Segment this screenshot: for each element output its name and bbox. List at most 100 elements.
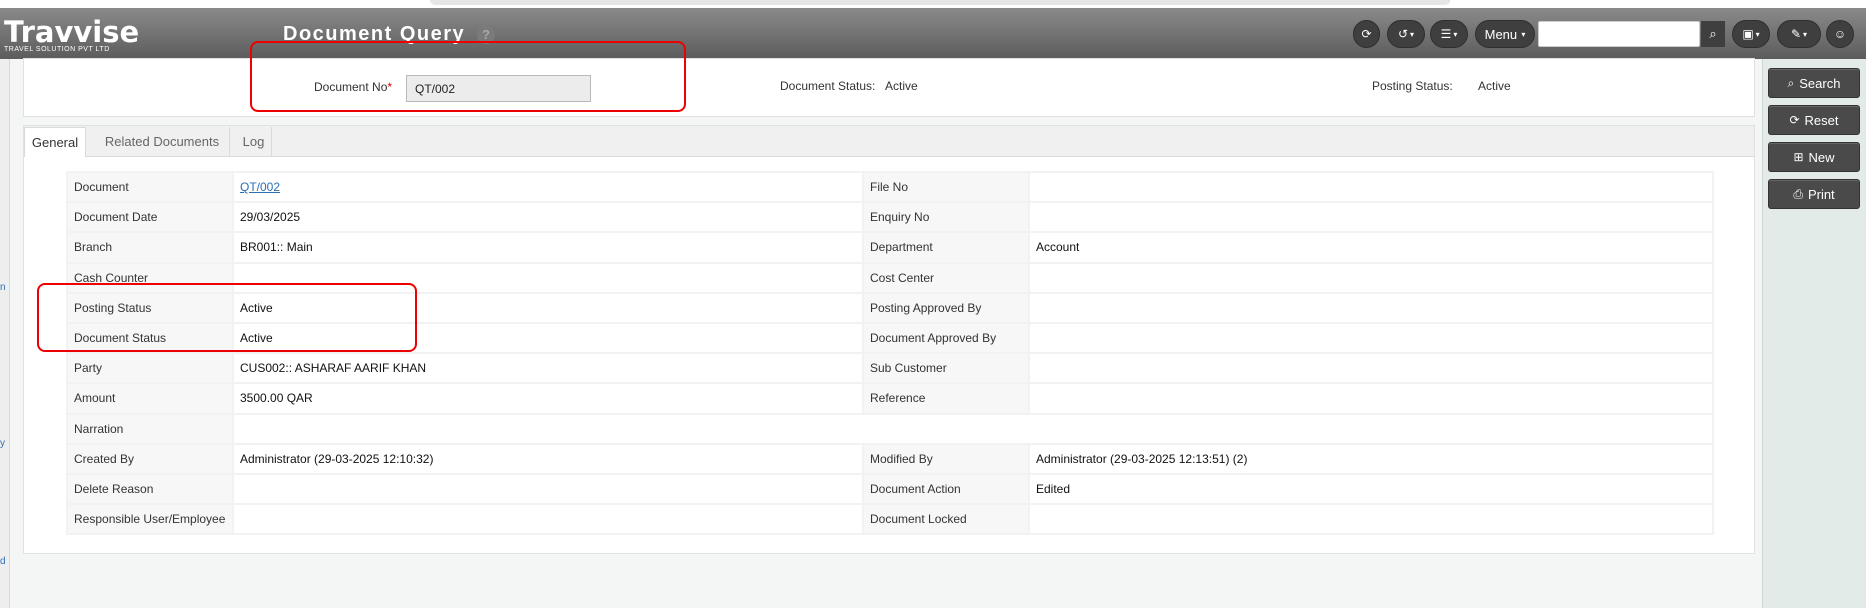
list-menu-button[interactable]: ☰ ▾	[1430, 20, 1468, 48]
theme-button[interactable]: ✎ ▾	[1777, 20, 1821, 48]
language-button[interactable]: ▣ ▾	[1732, 20, 1770, 48]
field-label: Cost Center	[862, 261, 1030, 294]
field-label: Responsible User/Employee	[66, 503, 234, 536]
field-label: Created By	[66, 442, 234, 475]
field-value	[1028, 503, 1714, 536]
document-link[interactable]: QT/002	[240, 180, 280, 194]
field-value	[1028, 382, 1714, 415]
field-label: Amount	[66, 382, 234, 415]
field-label: Modified By	[862, 442, 1030, 475]
field-value	[1028, 352, 1714, 385]
field-label: Document Action	[862, 472, 1030, 506]
search-button[interactable]: ⌕ Search	[1768, 68, 1860, 98]
user-icon: ☺	[1833, 27, 1847, 41]
field-value: CUS002:: ASHARAF AARIF KHAN	[232, 352, 864, 385]
field-label: Document Locked	[862, 503, 1030, 536]
table-row: Party CUS002:: ASHARAF AARIF KHAN Sub Cu…	[66, 352, 1714, 385]
tab-log[interactable]: Log	[236, 127, 272, 157]
field-value	[232, 503, 864, 536]
new-button[interactable]: ⊞ New	[1768, 142, 1860, 172]
field-label: Department	[862, 231, 1030, 264]
field-label: Party	[66, 352, 234, 385]
field-label: Enquiry No	[862, 201, 1030, 234]
annotation-box-status-rows	[37, 283, 417, 352]
global-search-input[interactable]	[1538, 21, 1700, 47]
field-label: File No	[862, 170, 1030, 204]
list-icon: ☰	[1440, 27, 1452, 41]
chevron-down-icon: ▾	[1453, 29, 1458, 39]
field-value: Administrator (29-03-2025 12:13:51) (2)	[1028, 442, 1714, 475]
field-value	[1028, 291, 1714, 324]
table-row: Responsible User/Employee Document Locke…	[66, 503, 1714, 536]
field-label: Posting Approved By	[862, 291, 1030, 324]
tab-general[interactable]: General	[24, 127, 86, 157]
tab-related-documents[interactable]: Related Documents	[95, 127, 230, 157]
field-label: Document Approved By	[862, 321, 1030, 355]
app-logo[interactable]: Travvise TRAVEL SOLUTION PVT LTD	[4, 15, 140, 54]
refresh-icon: ⟳	[1361, 27, 1372, 41]
document-status-label: Document Status:	[780, 79, 876, 93]
field-value	[1028, 201, 1714, 234]
field-value: 29/03/2025	[232, 201, 864, 234]
history-icon: ↺	[1397, 27, 1409, 41]
table-row: Amount 3500.00 QAR Reference	[66, 382, 1714, 415]
reset-button-label: Reset	[1804, 112, 1839, 128]
field-value	[1028, 170, 1714, 204]
field-value: Account	[1028, 231, 1714, 264]
language-icon: ▣	[1742, 27, 1754, 41]
table-row: Document Date 29/03/2025 Enquiry No	[66, 201, 1714, 234]
search-icon[interactable]: ⌕	[1701, 21, 1725, 47]
left-edge-glyph: y	[0, 438, 5, 449]
table-row: Branch BR001:: Main Department Account	[66, 231, 1714, 264]
document-details-table: Document QT/002 File No Document Date 29…	[66, 170, 1714, 536]
field-label: Delete Reason	[66, 472, 234, 506]
chevron-down-icon: ▾	[1519, 29, 1526, 39]
print-button-label: Print	[1807, 186, 1835, 202]
field-value	[232, 412, 1714, 445]
field-value: BR001:: Main	[232, 231, 864, 264]
field-value	[1028, 321, 1714, 355]
posting-status-label: Posting Status:	[1372, 79, 1453, 93]
field-label: Sub Customer	[862, 352, 1030, 385]
left-edge-panel: n y d	[0, 8, 10, 608]
refresh-button[interactable]: ⟳	[1353, 20, 1380, 48]
field-value	[232, 472, 864, 506]
print-button[interactable]: ⎙ Print	[1768, 179, 1860, 209]
browser-top-strip	[0, 0, 1866, 8]
new-button-label: New	[1808, 149, 1835, 165]
history-button[interactable]: ↺ ▾	[1387, 20, 1425, 48]
logo-name: Travvise	[4, 15, 140, 49]
field-label: Reference	[862, 382, 1030, 415]
chevron-down-icon: ▾	[1410, 29, 1415, 39]
field-value: Administrator (29-03-2025 12:10:32)	[232, 442, 864, 475]
refresh-icon: ⟳	[1789, 113, 1800, 127]
search-icon: ⌕	[1787, 75, 1795, 90]
chevron-down-icon: ▾	[1755, 29, 1760, 39]
document-status-value: Active	[885, 79, 918, 93]
table-row: Delete Reason Document Action Edited	[66, 472, 1714, 506]
annotation-box-document-no	[250, 41, 686, 112]
table-row: Created By Administrator (29-03-2025 12:…	[66, 442, 1714, 475]
field-value	[1028, 261, 1714, 294]
main-menu-button[interactable]: Menu ▾	[1475, 20, 1535, 48]
field-label: Document	[66, 170, 234, 204]
printer-icon: ⎙	[1793, 186, 1803, 201]
left-edge-glyph: d	[0, 556, 6, 567]
user-profile-button[interactable]: ☺	[1826, 20, 1854, 48]
plus-square-icon: ⊞	[1793, 150, 1804, 164]
field-value: 3500.00 QAR	[232, 382, 864, 415]
left-edge-glyph: n	[0, 282, 6, 293]
field-label: Narration	[66, 412, 234, 445]
table-row: Narration	[66, 412, 1714, 445]
tabs-bar	[24, 126, 1754, 157]
table-row: Document QT/002 File No	[66, 170, 1714, 204]
reset-button[interactable]: ⟳ Reset	[1768, 105, 1860, 135]
browser-tab-edge	[430, 0, 1450, 5]
posting-status-value: Active	[1478, 79, 1511, 93]
chevron-down-icon: ▾	[1803, 29, 1808, 39]
field-value: QT/002	[232, 170, 864, 204]
brush-icon: ✎	[1790, 27, 1802, 41]
field-label: Branch	[66, 231, 234, 264]
menu-label: Menu	[1484, 26, 1518, 42]
field-label: Document Date	[66, 201, 234, 234]
